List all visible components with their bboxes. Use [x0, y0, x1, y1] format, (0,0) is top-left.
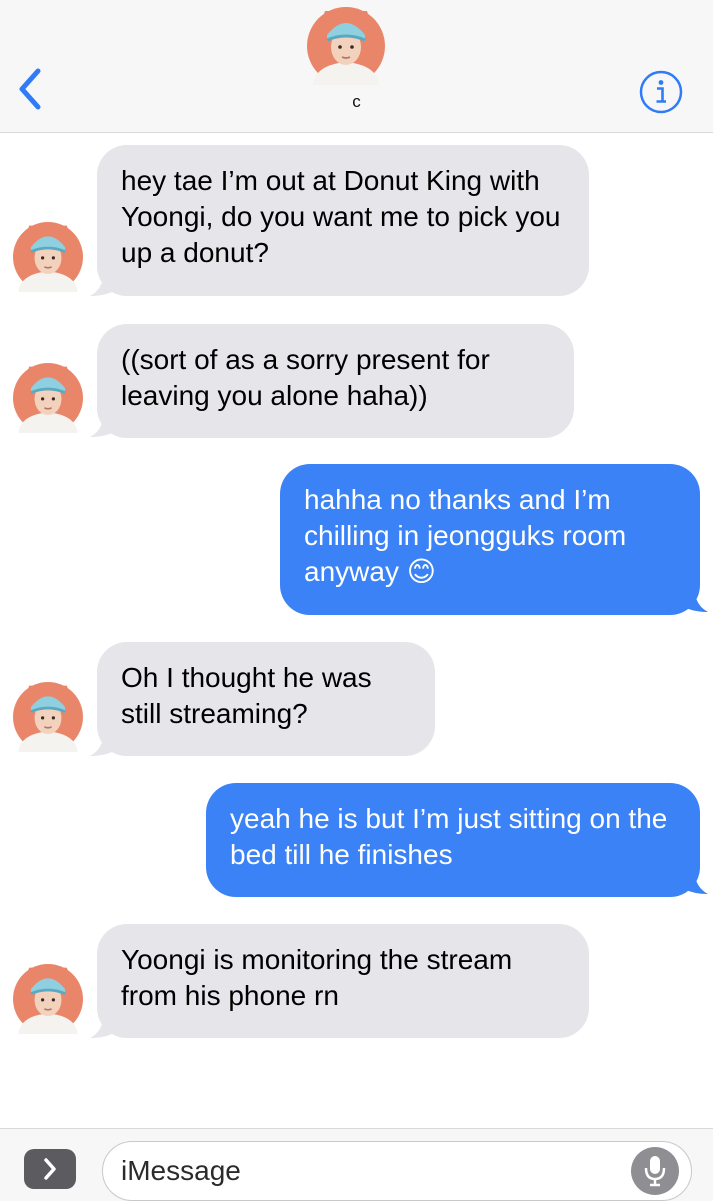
sender-avatar	[13, 964, 83, 1034]
message-bubble-outgoing[interactable]: yeah he is but I’m just sitting on the b…	[206, 783, 700, 897]
contact-name[interactable]: c	[0, 92, 713, 112]
message-text: Oh I thought he was still streaming?	[121, 662, 372, 729]
input-bar	[0, 1128, 713, 1201]
conversation-header: c	[0, 0, 713, 133]
microphone-icon	[644, 1156, 666, 1187]
contact-avatar[interactable]	[307, 7, 385, 85]
message-text: hahha no thanks and I’m chilling in jeon…	[304, 484, 627, 587]
message-text: yeah he is but I’m just sitting on the b…	[230, 803, 668, 870]
message-bubble-incoming[interactable]: Yoongi is monitoring the stream from his…	[97, 924, 589, 1038]
message-text: hey tae I’m out at Donut King with Yoong…	[121, 165, 561, 268]
chevron-right-icon	[44, 1158, 56, 1180]
message-bubble-outgoing[interactable]: hahha no thanks and I’m chilling in jeon…	[280, 464, 700, 615]
info-button[interactable]	[638, 69, 684, 115]
microphone-button[interactable]	[631, 1147, 679, 1195]
message-bubble-incoming[interactable]: Oh I thought he was still streaming?	[97, 642, 435, 756]
message-input[interactable]	[119, 1152, 623, 1190]
sender-avatar	[13, 363, 83, 433]
message-bubble-incoming[interactable]: ((sort of as a sorry present for leaving…	[97, 324, 574, 438]
sender-avatar	[13, 682, 83, 752]
message-field[interactable]	[102, 1141, 692, 1201]
message-text: ((sort of as a sorry present for leaving…	[121, 344, 490, 411]
info-icon	[639, 70, 683, 114]
message-text: Yoongi is monitoring the stream from his…	[121, 944, 513, 1011]
message-bubble-incoming[interactable]: hey tae I’m out at Donut King with Yoong…	[97, 145, 589, 296]
sender-avatar	[13, 222, 83, 292]
apps-button[interactable]	[24, 1149, 76, 1189]
